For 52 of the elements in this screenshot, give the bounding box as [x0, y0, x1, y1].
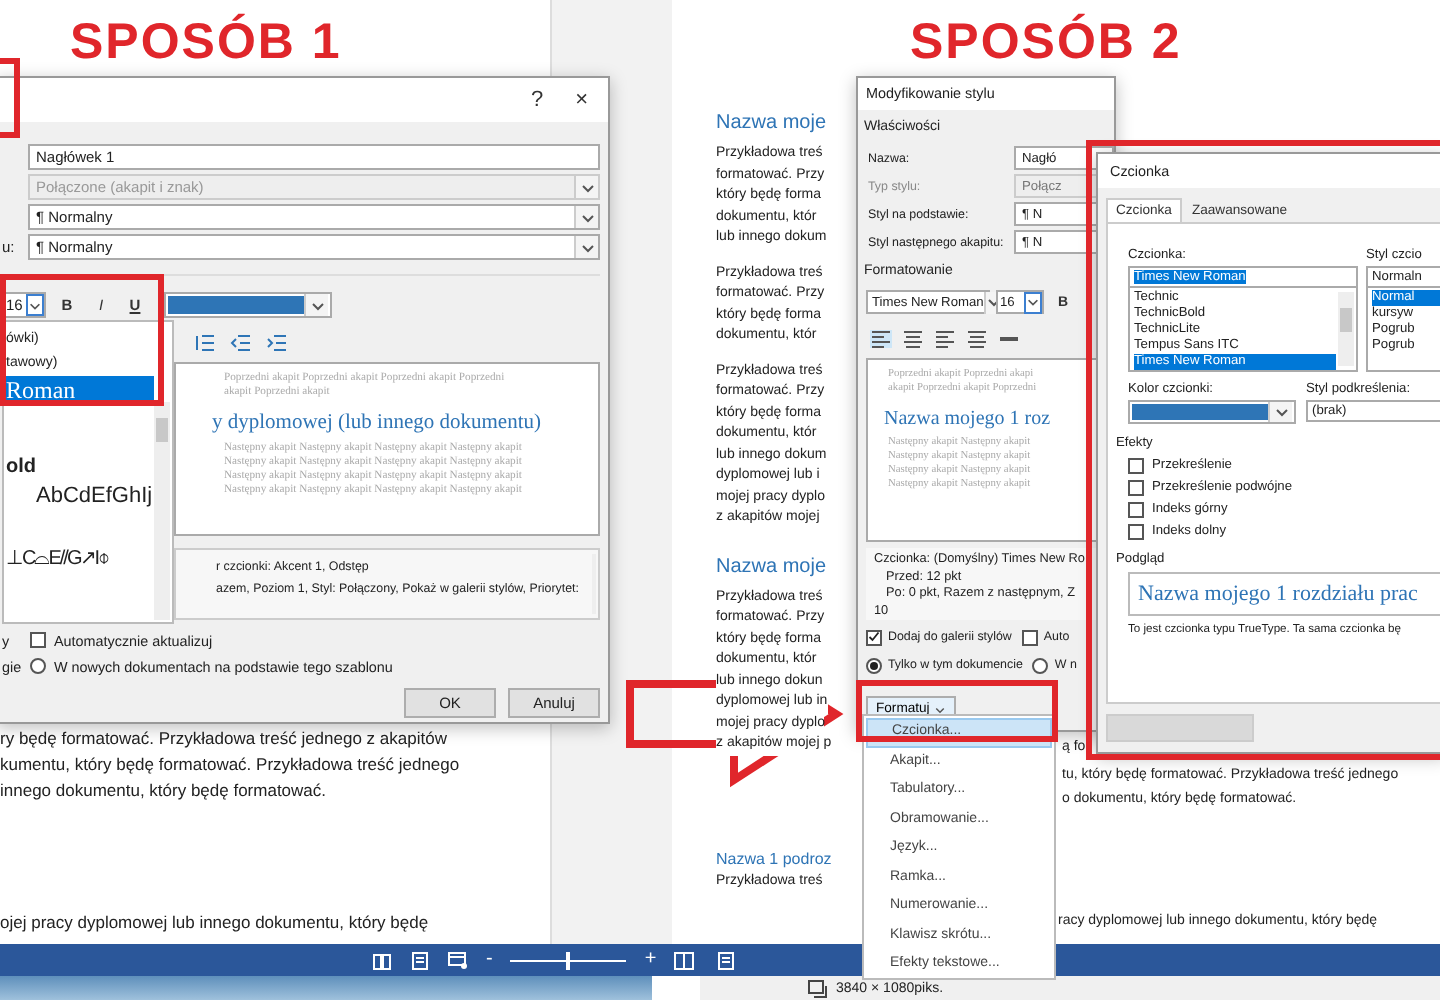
- outdent-icon[interactable]: [230, 333, 250, 351]
- radio-button[interactable]: [1032, 657, 1049, 673]
- zoom-out-button[interactable]: -: [486, 950, 493, 970]
- document-text: kumentu, który będę formatować. Przykładowa treść jednego: [0, 752, 460, 778]
- page-icon[interactable]: [716, 951, 736, 969]
- checkbox[interactable]: [1128, 523, 1144, 539]
- document-text: ry będę formatować. Przykładowa treść jednego z akapitów: [0, 726, 449, 752]
- document-heading: Nazwa moje: [716, 110, 827, 138]
- font-list-item[interactable]: ⊥C⌓E//G↗I⌽: [4, 548, 154, 572]
- radio-button[interactable]: [30, 658, 46, 674]
- document-text: innego dokumentu, który będę formatować.: [0, 778, 329, 804]
- scrollbar[interactable]: [154, 402, 170, 620]
- document-heading: Nazwa 1 podroz: [716, 847, 832, 871]
- zoom-in-button[interactable]: +: [644, 950, 657, 970]
- web-page-icon[interactable]: [448, 951, 468, 969]
- align-icon[interactable]: [934, 329, 956, 347]
- spacing-icon[interactable]: [194, 333, 214, 351]
- checkbox[interactable]: [1021, 629, 1038, 645]
- heading: SPOSÓB 1: [70, 14, 342, 72]
- checkbox[interactable]: [866, 629, 882, 645]
- color-dropdown[interactable]: [164, 292, 332, 318]
- font-list-item[interactable]: AbCdEfGhIj: [4, 480, 154, 512]
- checkbox[interactable]: [30, 632, 46, 648]
- color-dropdown[interactable]: [1128, 400, 1296, 424]
- font-preview: Nazwa mojego 1 rozdziału prac: [1128, 572, 1440, 616]
- page-icon[interactable]: [410, 951, 430, 969]
- scrollbar[interactable]: [1338, 292, 1355, 366]
- screen-icon: [808, 979, 828, 997]
- heading: SPOSÓB 2: [910, 14, 1182, 72]
- indent-icon[interactable]: [266, 333, 286, 351]
- font-list-item[interactable]: old: [4, 456, 154, 480]
- align-icon[interactable]: [870, 329, 892, 347]
- book-icon[interactable]: [372, 951, 392, 969]
- document-text: ojej pracy dyplomowej lub innego dokumentu, który będę: [0, 912, 429, 932]
- scrollbar[interactable]: [592, 554, 596, 614]
- checkbox[interactable]: [1128, 501, 1144, 517]
- caret-icon: [309, 297, 325, 313]
- checkbox[interactable]: [1128, 479, 1144, 495]
- preview-heading: y dyplomowej (lub innego dokumentu): [212, 410, 543, 438]
- radio-button[interactable]: [866, 657, 882, 673]
- checkbox[interactable]: [1128, 457, 1144, 473]
- caret-icon: [1026, 294, 1040, 310]
- caret-icon: [933, 703, 946, 715]
- preview-heading: Nazwa mojego 1 roz: [884, 406, 1053, 434]
- slider-thumb[interactable]: [566, 951, 571, 969]
- columns-icon[interactable]: [674, 951, 695, 969]
- help-button[interactable]: ?: [526, 88, 548, 112]
- align-icon[interactable]: [966, 329, 988, 347]
- close-button[interactable]: ×: [571, 88, 592, 112]
- document-heading: Nazwa moje: [716, 553, 827, 581]
- align-icon[interactable]: [902, 329, 924, 347]
- caret-icon: [1273, 404, 1289, 420]
